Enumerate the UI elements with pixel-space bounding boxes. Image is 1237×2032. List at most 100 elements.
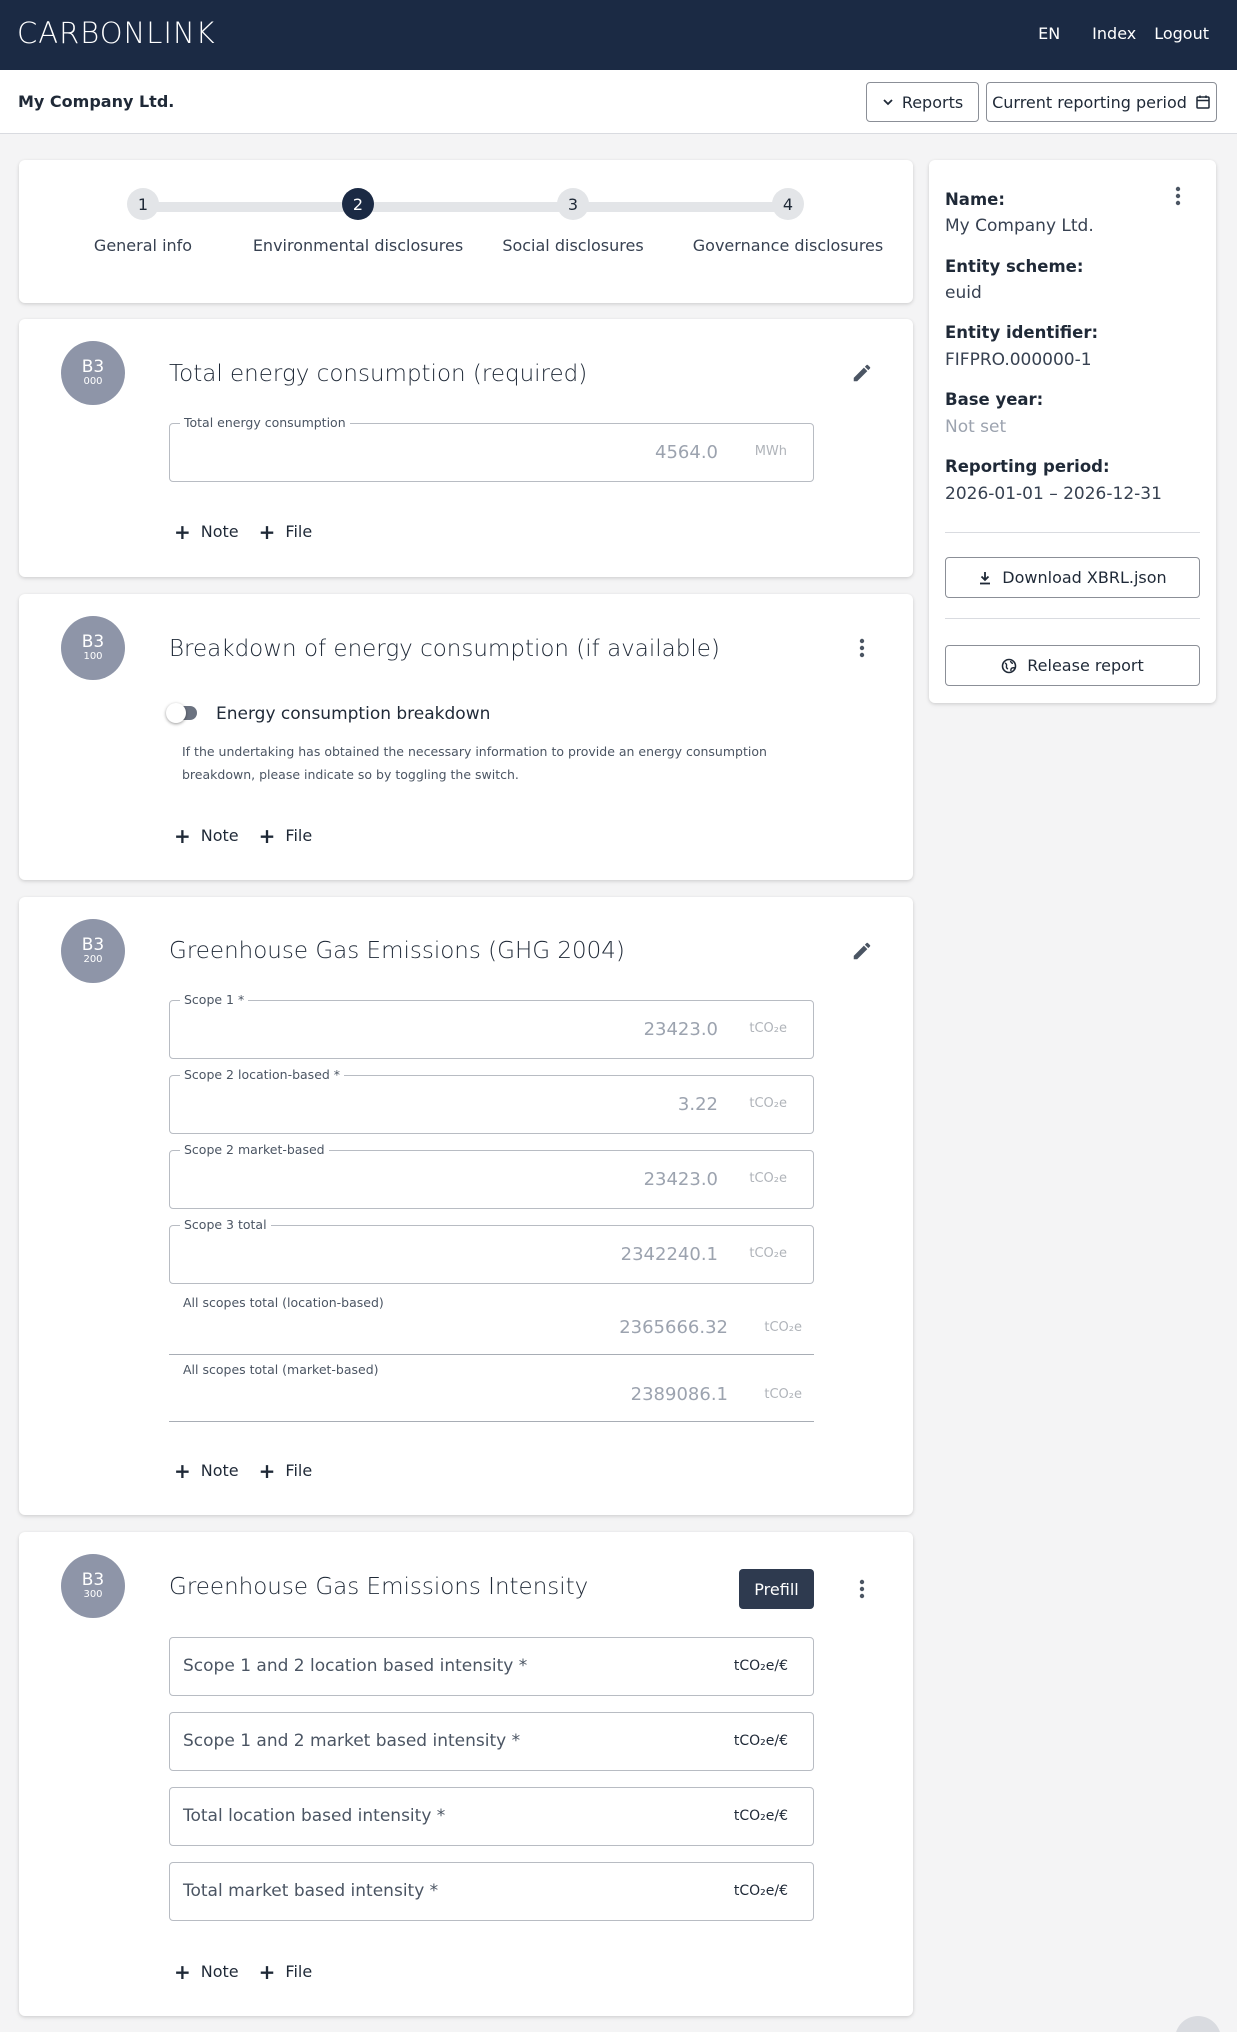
- scope1-field[interactable]: Scope 1 * 23423.0 tCO₂e: [169, 992, 814, 1059]
- readonly-unit: tCO₂e: [764, 1320, 802, 1335]
- more-vert-icon[interactable]: [1162, 180, 1194, 212]
- add-file-button[interactable]: + File: [258, 1458, 313, 1483]
- badge-code: B3: [81, 357, 105, 377]
- field-label: Scope 2 location-based *: [180, 1067, 345, 1082]
- total-energy-field[interactable]: Total energy consumption 4564.0 MWh: [169, 415, 814, 482]
- step-3-circle[interactable]: 3: [557, 188, 589, 220]
- add-file-button[interactable]: + File: [258, 519, 313, 544]
- more-vert-icon[interactable]: [846, 1573, 878, 1605]
- plus-icon: +: [174, 519, 191, 544]
- step-3-label[interactable]: Social disclosures: [502, 236, 643, 255]
- field-value: 23423.0: [643, 1019, 718, 1040]
- scope12-market-intensity-input[interactable]: Scope 1 and 2 market based intensity * t…: [169, 1712, 814, 1771]
- help-fab-button[interactable]: [1175, 2016, 1221, 2032]
- company-name: My Company Ltd.: [18, 92, 175, 111]
- section-title: Greenhouse Gas Emissions (GHG 2004): [169, 938, 625, 964]
- plus-icon: +: [258, 1458, 276, 1483]
- section-ghg-emissions: B3 200 Greenhouse Gas Emissions (GHG 200…: [19, 897, 913, 1515]
- reports-button[interactable]: Reports: [866, 82, 979, 122]
- stepper-track: [143, 202, 788, 212]
- field-label: Scope 3 total: [180, 1217, 271, 1232]
- globe-icon: [1001, 658, 1017, 673]
- period-value: 2026-01-01 – 2026-12-31: [945, 484, 1162, 504]
- download-xbrl-button[interactable]: Download XBRL.json: [945, 557, 1200, 598]
- file-label: File: [285, 1461, 313, 1480]
- attachment-actions: + Note + File: [174, 826, 313, 846]
- calendar-icon: [1196, 95, 1210, 109]
- note-label: Note: [200, 826, 239, 845]
- add-file-button[interactable]: + File: [259, 826, 313, 846]
- field-unit: tCO₂e: [749, 1096, 787, 1111]
- edit-icon[interactable]: [846, 357, 878, 389]
- badge-code: B3: [81, 1570, 105, 1590]
- total-market-readonly: All scopes total (market-based) 2389086.…: [169, 1362, 814, 1422]
- badge-subcode: 100: [83, 651, 103, 662]
- app-logo[interactable]: CARBONLINK: [17, 16, 216, 50]
- step-1-circle[interactable]: 1: [127, 188, 159, 220]
- section-energy-breakdown: B3 100 Breakdown of energy consumption (…: [19, 594, 913, 880]
- scope2-location-field[interactable]: Scope 2 location-based * 3.22 tCO₂e: [169, 1067, 814, 1134]
- field-unit: tCO₂e: [749, 1171, 787, 1186]
- top-navigation-bar: CARBONLINK EN Index Logout: [0, 0, 1237, 70]
- helper-text: If the undertaking has obtained the nece…: [182, 744, 767, 782]
- release-label: Release report: [1027, 656, 1144, 675]
- input-placeholder: Total location based intensity *: [183, 1806, 446, 1826]
- prefill-button[interactable]: Prefill: [739, 1569, 814, 1609]
- reporting-period-button[interactable]: Current reporting period: [986, 82, 1217, 122]
- index-link[interactable]: Index: [1092, 24, 1136, 43]
- add-note-button[interactable]: + Note: [174, 1959, 239, 1984]
- reporting-period-label: Current reporting period: [992, 92, 1187, 112]
- field-value: 4564.0: [655, 442, 718, 463]
- add-file-button[interactable]: + File: [259, 1962, 313, 1982]
- energy-breakdown-toggle[interactable]: [166, 703, 197, 723]
- field-unit: tCO₂e: [749, 1246, 787, 1261]
- section-badge: B3 300: [61, 1554, 125, 1618]
- section-title: Greenhouse Gas Emissions Intensity: [169, 1574, 589, 1600]
- add-note-button[interactable]: + Note: [174, 826, 239, 846]
- badge-subcode: 200: [83, 954, 103, 965]
- scheme-value: euid: [945, 283, 982, 303]
- plus-icon: +: [174, 1959, 191, 1984]
- input-placeholder: Scope 1 and 2 market based intensity *: [183, 1731, 521, 1751]
- chevron-down-icon: [883, 99, 893, 106]
- download-icon: [980, 571, 991, 584]
- section-total-energy: B3 000 Total energy consumption (require…: [19, 319, 913, 577]
- reports-label: Reports: [901, 92, 964, 112]
- readonly-label: All scopes total (location-based): [183, 1295, 384, 1310]
- plus-icon: +: [174, 1458, 191, 1483]
- language-selector[interactable]: EN: [1038, 24, 1060, 43]
- input-unit: tCO₂e/€: [733, 1658, 788, 1674]
- section-title: Total energy consumption (required): [169, 361, 588, 387]
- edit-icon[interactable]: [846, 935, 878, 967]
- readonly-value: 2365666.32: [619, 1317, 728, 1338]
- scope3-total-field[interactable]: Scope 3 total 2342240.1 tCO₂e: [169, 1217, 814, 1284]
- step-4-label[interactable]: Governance disclosures: [693, 236, 883, 255]
- identifier-value: FIFPRO.000000-1: [945, 350, 1092, 370]
- release-report-button[interactable]: Release report: [945, 645, 1200, 686]
- period-key: Reporting period:: [945, 457, 1110, 476]
- field-unit: MWh: [754, 444, 787, 459]
- step-2-circle[interactable]: 2: [342, 188, 374, 220]
- step-1-label[interactable]: General info: [94, 236, 192, 255]
- add-note-button[interactable]: + Note: [174, 1458, 239, 1483]
- scope2-market-field[interactable]: Scope 2 market-based 23423.0 tCO₂e: [169, 1142, 814, 1209]
- badge-code: B3: [81, 632, 105, 652]
- step-4-circle[interactable]: 4: [772, 188, 804, 220]
- plus-icon: +: [258, 519, 276, 544]
- total-market-intensity-input[interactable]: Total market based intensity * tCO₂e/€: [169, 1862, 814, 1921]
- logout-link[interactable]: Logout: [1154, 24, 1209, 43]
- sub-header: My Company Ltd. Reports Current reportin…: [0, 70, 1237, 134]
- step-2-label[interactable]: Environmental disclosures: [253, 236, 463, 255]
- divider: [945, 618, 1200, 619]
- total-location-intensity-input[interactable]: Total location based intensity * tCO₂e/€: [169, 1787, 814, 1846]
- field-unit: tCO₂e: [749, 1021, 787, 1036]
- toggle-label: Energy consumption breakdown: [216, 704, 491, 724]
- attachment-actions: + Note + File: [174, 1458, 313, 1483]
- more-vert-icon[interactable]: [846, 632, 878, 664]
- badge-code: B3: [81, 935, 105, 955]
- input-placeholder: Total market based intensity *: [183, 1881, 439, 1901]
- scope12-location-intensity-input[interactable]: Scope 1 and 2 location based intensity *…: [169, 1637, 814, 1696]
- add-note-button[interactable]: + Note: [174, 519, 239, 544]
- field-label: Scope 1 *: [180, 992, 249, 1007]
- total-location-readonly: All scopes total (location-based) 236566…: [169, 1295, 814, 1355]
